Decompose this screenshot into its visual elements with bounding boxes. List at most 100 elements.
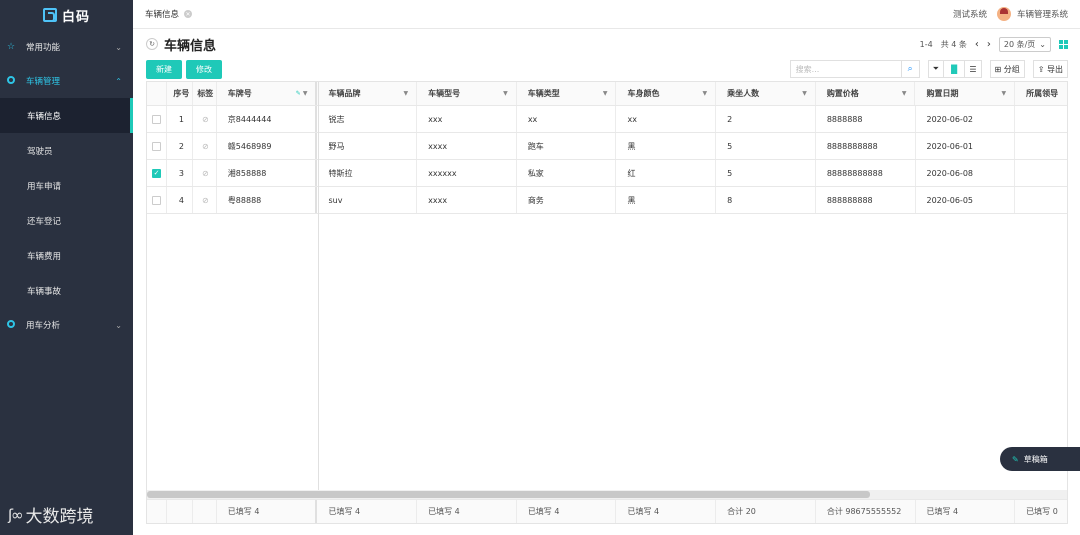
cell-color: 黑 (616, 187, 717, 213)
cell-no: 2 (167, 133, 193, 159)
cell-seats: 5 (716, 133, 816, 159)
header-model[interactable]: 车辆型号 ▼ (417, 82, 517, 105)
cell-model: xxx (417, 106, 517, 132)
tag-icon[interactable]: ⊘ (202, 169, 209, 178)
header-dept[interactable]: 所属领导 (1015, 82, 1067, 105)
filter-icon[interactable]: ⏷ (929, 61, 945, 77)
circle-icon (7, 319, 19, 331)
scrollbar-thumb[interactable] (147, 491, 870, 498)
cell-type: 跑车 (517, 133, 617, 159)
header-date[interactable]: 购置日期 ▼ (915, 82, 1016, 105)
sidebar-item-accident[interactable]: 车辆事故 (0, 273, 133, 308)
header-label: 车身颜色 (627, 89, 660, 98)
header-label: 购置日期 (926, 89, 959, 98)
row-checkbox[interactable] (152, 114, 161, 124)
sidebar-item-return[interactable]: 还车登记 (0, 203, 133, 238)
sidebar-group-common[interactable]: ☆ 常用功能 ⌄ (0, 30, 133, 64)
chart-icon[interactable]: ▐▌ (944, 61, 966, 77)
table-row[interactable]: ✓ 3 ⊘ 湘858888 特斯拉 xxxxxx 私家 红 5 88888888… (147, 160, 1067, 187)
horizontal-scrollbar[interactable] (147, 490, 1067, 499)
table-row[interactable]: 1 ⊘ 京8444444 锐志 xxx xx xx 2 8888888 2020… (147, 106, 1067, 133)
top-right: 测试系统 车辆管理系统 (953, 7, 1068, 21)
draft-box-button[interactable]: ✎ 草稿箱 (1000, 447, 1080, 471)
row-checkbox-cell (147, 106, 167, 132)
grid-view-icon[interactable] (1059, 39, 1068, 49)
group-button[interactable]: ⊞ 分组 (989, 60, 1025, 78)
watermark-text: 大数跨境 (25, 507, 94, 527)
cell-model: xxxxxx (417, 160, 517, 186)
header-label: 乘坐人数 (727, 89, 760, 98)
row-checkbox[interactable] (152, 195, 161, 205)
search-icon[interactable]: ⌕ (900, 61, 919, 77)
sidebar-group-vehicle[interactable]: 车辆管理 ⌃ (0, 64, 133, 98)
pin-sort-icon[interactable]: ✎ ▼ (296, 90, 308, 97)
system-link[interactable]: 测试系统 (953, 8, 987, 20)
cell-tag: ⊘ (193, 160, 217, 186)
sidebar-item-cost[interactable]: 车辆费用 (0, 238, 133, 273)
cell-tag: ⊘ (193, 133, 217, 159)
header-color[interactable]: 车身颜色 ▼ (616, 82, 717, 105)
tag-icon[interactable]: ⊘ (202, 115, 209, 124)
avatar[interactable] (996, 7, 1011, 21)
sort-down-icon[interactable]: ▼ (902, 90, 907, 97)
sort-down-icon[interactable]: ▼ (603, 90, 608, 97)
sort-down-icon[interactable]: ▼ (1002, 90, 1007, 97)
page-size-select[interactable]: 20 条/页 ⌄ (998, 36, 1051, 52)
footer-price: 合计 98675555552 (816, 500, 916, 523)
header-seats[interactable]: 乘坐人数 ▼ (716, 82, 816, 105)
header-tag: 标签 (193, 82, 217, 105)
cell-color: 黑 (616, 133, 717, 159)
header-plate[interactable]: 车牌号 ✎ ▼ (217, 82, 318, 105)
footer-cell (167, 500, 193, 523)
sidebar-group-label: 用车分析 (26, 321, 61, 331)
table-row[interactable]: 4 ⊘ 粤88888 suv xxxx 商务 黑 8 888888888 202… (147, 187, 1067, 214)
pagination: 1-4 共 4 条 ‹ › 20 条/页 ⌄ (920, 36, 1068, 52)
header-brand[interactable]: 车辆品牌 ▼ (317, 82, 418, 105)
cell-brand: 特斯拉 (317, 160, 418, 186)
columns-icon[interactable]: ☰ (965, 61, 980, 77)
logo-text: 白码 (61, 9, 90, 25)
sidebar-menu: ☆ 常用功能 ⌄ 车辆管理 ⌃ 车辆信息 驾驶员 用车申请 还车登记 车辆费用 … (0, 30, 133, 342)
sidebar-item-apply[interactable]: 用车申请 (0, 168, 133, 203)
chevron-up-icon: ⌃ (115, 76, 122, 86)
next-page-icon[interactable]: › (987, 39, 991, 50)
cell-type: 私家 (517, 160, 617, 186)
chevron-down-icon: ⌄ (1039, 39, 1046, 49)
draft-label: 草稿箱 (1023, 454, 1048, 464)
prev-page-icon[interactable]: ‹ (975, 39, 979, 50)
refresh-icon[interactable]: ↻ (146, 38, 158, 50)
pager-total: 共 4 条 (940, 39, 967, 49)
export-button[interactable]: ⇪ 导出 (1032, 60, 1068, 78)
edit-button[interactable]: 修改 (186, 59, 222, 79)
sort-down-icon[interactable]: ▼ (404, 90, 409, 97)
row-checkbox[interactable]: ✓ (152, 168, 161, 178)
table-footer: 已填写 4 已填写 4 已填写 4 已填写 4 已填写 4 合计 20 合计 9… (147, 499, 1067, 523)
close-icon[interactable]: ✕ (184, 10, 193, 18)
cell-date: 2020-06-08 (916, 160, 1016, 186)
watermark: ʃ∞ 大数跨境 (8, 502, 94, 528)
table-row[interactable]: 2 ⊘ 赣5468989 野马 xxxx 跑车 黑 5 8888888888 2… (147, 133, 1067, 160)
sort-down-icon[interactable]: ▼ (503, 90, 508, 97)
sidebar-item-vehicle-info[interactable]: 车辆信息 (0, 98, 133, 133)
chevron-down-icon: ⌄ (115, 42, 122, 52)
sort-down-icon[interactable]: ▼ (703, 90, 708, 97)
tag-icon[interactable]: ⊘ (202, 196, 209, 205)
user-name[interactable]: 车辆管理系统 (1017, 8, 1068, 20)
cell-price: 88888888888 (816, 160, 916, 186)
sidebar-item-driver[interactable]: 驾驶员 (0, 133, 133, 168)
tab-vehicle-info[interactable]: 车辆信息 ✕ (145, 8, 193, 20)
search-input[interactable]: 搜索... ⌕ (789, 60, 920, 78)
header-type[interactable]: 车辆类型 ▼ (517, 82, 617, 105)
sidebar-group-analysis[interactable]: 用车分析 ⌄ (0, 308, 133, 342)
app-logo[interactable]: 白码 (0, 0, 133, 30)
cell-price: 8888888888 (816, 133, 916, 159)
row-checkbox[interactable] (152, 141, 161, 151)
group-icon-label: ⊞ 分组 (991, 61, 1024, 77)
export-label: 导出 (1047, 64, 1063, 74)
tag-icon[interactable]: ⊘ (202, 142, 209, 151)
new-button[interactable]: 新建 (146, 59, 182, 79)
page-title: 车辆信息 (164, 38, 217, 54)
cell-brand: 锐志 (317, 106, 418, 132)
header-price[interactable]: 购置价格 ▼ (816, 82, 916, 105)
sort-down-icon[interactable]: ▼ (802, 90, 807, 97)
